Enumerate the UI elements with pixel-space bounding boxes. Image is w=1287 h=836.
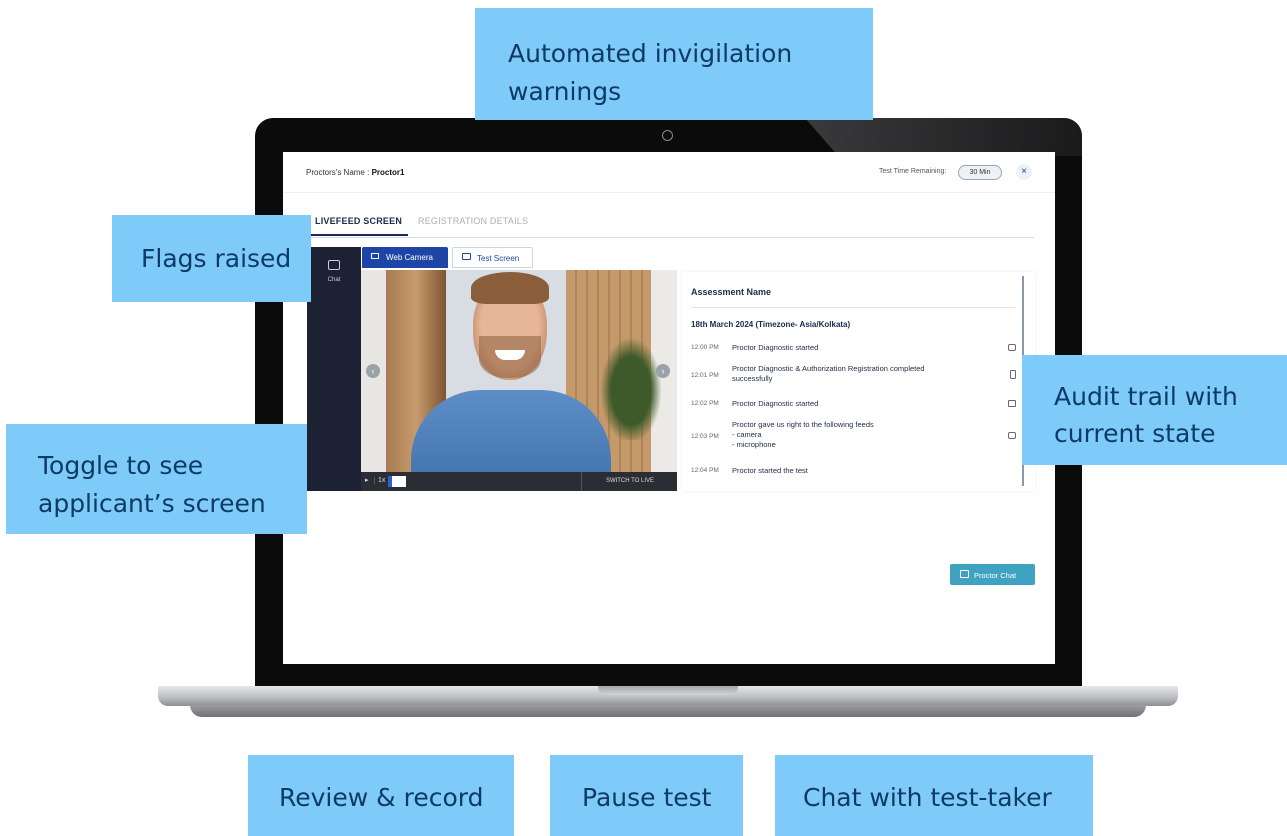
test-screen-label: Test Screen <box>477 254 520 263</box>
event-time: 12:04 PM <box>691 467 719 474</box>
background-plant <box>596 330 666 440</box>
active-tab-indicator <box>306 234 408 236</box>
lid-reflection <box>805 118 1082 156</box>
event-text: Proctor Diagnostic started <box>732 399 819 408</box>
divider <box>691 307 1015 308</box>
close-button[interactable]: × <box>1016 164 1032 180</box>
previous-arrow-icon[interactable]: ‹ <box>366 364 380 378</box>
callout-text: Review & record <box>279 783 484 812</box>
phone-icon <box>1010 370 1016 379</box>
candidate-hair <box>471 272 549 304</box>
callout-pause-test: Pause test <box>550 755 743 836</box>
callout-invigilation-warnings: Automated invigilation warnings <box>475 8 873 120</box>
audit-trail-panel: Assessment Name 18th March 2024 (Timezon… <box>682 272 1035 491</box>
event-text: Proctor Diagnostic & Authorization Regis… <box>732 364 925 383</box>
test-screen-button[interactable]: Test Screen <box>452 247 533 268</box>
callout-toggle-screen: Toggle to see applicant’s screen <box>6 424 307 534</box>
callout-flags-raised: Flags raised <box>112 215 311 302</box>
event-text: Proctor started the test <box>732 466 808 475</box>
assessment-name: Assessment Name <box>691 287 772 297</box>
callout-text: Pause test <box>582 783 712 812</box>
proctor-screen: Proctors's Name : Proctor1 Test Time Rem… <box>283 152 1055 664</box>
callout-audit-trail: Audit trail with current state <box>1022 355 1287 465</box>
switch-to-live-button[interactable]: SWITCH TO LIVE <box>581 472 677 491</box>
camera-icon <box>1008 432 1016 439</box>
laptop-base-bottom <box>190 705 1146 717</box>
next-arrow-icon[interactable]: › <box>656 364 670 378</box>
callout-chat-test-taker: Chat with test-taker <box>775 755 1093 836</box>
sidebar-chat-label[interactable]: Chat <box>307 277 361 283</box>
tab-bar: LIVEFEED SCREEN REGISTRATION DETAILS <box>306 210 1034 238</box>
proctor-chat-label: Proctor Chat <box>974 571 1017 580</box>
card-icon <box>1008 400 1016 407</box>
time-remaining-label: Test Time Remaining: <box>879 168 947 175</box>
laptop-notch <box>598 686 738 695</box>
chat-icon[interactable] <box>328 260 340 270</box>
tab-registration-details[interactable]: REGISTRATION DETAILS <box>418 216 528 226</box>
proctor-name-label: Proctors's Name : <box>306 168 370 177</box>
web-camera-button[interactable]: Web Camera <box>362 247 448 268</box>
playback-speed[interactable]: 1x <box>374 477 385 484</box>
callout-text: Automated invigilation <box>508 39 793 68</box>
proctor-name: Proctors's Name : Proctor1 <box>306 168 404 177</box>
callout-text: applicant’s screen <box>38 489 266 518</box>
chat-bubble-icon <box>960 570 969 578</box>
time-remaining-badge: 30 Min <box>958 165 1002 180</box>
sidebar: Chat <box>307 247 361 491</box>
playback-progress[interactable] <box>388 476 406 487</box>
callout-text: Toggle to see <box>38 451 204 480</box>
camera-icon <box>1008 344 1016 351</box>
event-time: 12:02 PM <box>691 400 719 407</box>
event-time: 12:03 PM <box>691 433 719 440</box>
event-time: 12:00 PM <box>691 344 719 351</box>
video-controls: ▸ 1x SWITCH TO LIVE <box>361 472 677 491</box>
monitor-icon <box>462 253 471 260</box>
callout-text: Chat with test-taker <box>803 783 1052 812</box>
callout-text: warnings <box>508 77 622 106</box>
header-bar: Proctors's Name : Proctor1 Test Time Rem… <box>283 152 1055 193</box>
callout-text: Audit trail with <box>1054 382 1238 411</box>
proctor-name-value: Proctor1 <box>371 168 405 177</box>
callout-text: current state <box>1054 419 1216 448</box>
audit-date: 18th March 2024 (Timezone- Asia/Kolkata) <box>691 320 851 329</box>
play-icon[interactable]: ▸ <box>365 476 369 484</box>
event-text: Proctor gave us right to the following f… <box>732 420 874 449</box>
tab-livefeed-screen[interactable]: LIVEFEED SCREEN <box>315 216 402 226</box>
video-feed[interactable]: ‹ › ▸ 1x SWITCH TO LIVE <box>361 270 677 491</box>
callout-text: Flags raised <box>141 244 292 273</box>
video-camera-icon <box>371 253 379 259</box>
web-camera-label: Web Camera <box>386 253 433 262</box>
event-text: Proctor Diagnostic started <box>732 343 819 352</box>
webcam-icon <box>662 130 673 141</box>
proctor-chat-button[interactable]: Proctor Chat <box>950 564 1035 585</box>
callout-review-record: Review & record <box>248 755 514 836</box>
event-time: 12:01 PM <box>691 372 719 379</box>
